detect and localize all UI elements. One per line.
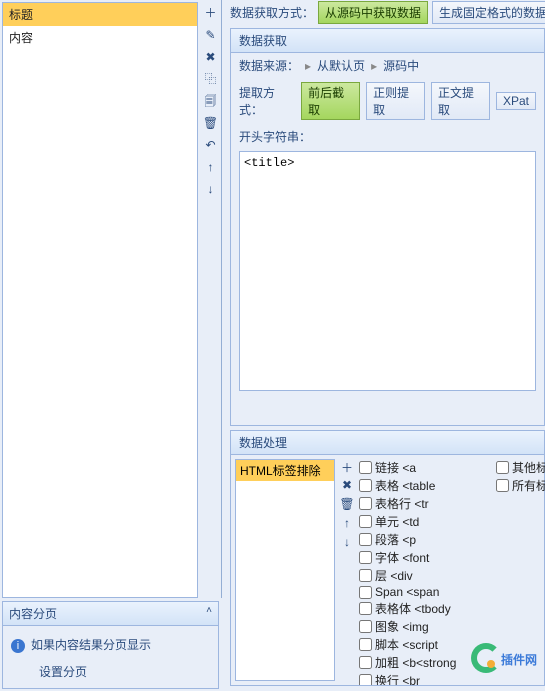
tag-label: 换行 <br: [375, 672, 420, 685]
pager-title-text: 内容分页: [9, 607, 57, 621]
src-opt-source[interactable]: 源码中: [383, 57, 419, 74]
rule-item[interactable]: HTML标签排除: [236, 460, 334, 481]
moveup-icon[interactable]: ↑: [202, 158, 220, 176]
trash-icon[interactable]: 🗑: [339, 497, 355, 513]
tag-check-row[interactable]: 表格 <table: [359, 477, 492, 494]
tag-checkbox[interactable]: [359, 638, 372, 651]
tag-check-row[interactable]: 链接 <a: [359, 459, 492, 476]
tag-checkbox[interactable]: [359, 461, 372, 474]
tag-check-row[interactable]: 其他标: [496, 459, 542, 476]
tag-label: 段落 <p: [375, 531, 416, 548]
tag-checkbox[interactable]: [359, 586, 372, 599]
field-item[interactable]: 标题: [3, 3, 197, 26]
tag-label: 表格体 <tbody: [375, 600, 451, 617]
undo-icon[interactable]: ↶: [202, 136, 220, 154]
tag-check-row[interactable]: 加粗 <b<strong: [359, 654, 492, 671]
paste-icon[interactable]: 🗐: [202, 92, 220, 110]
ext-xpath-button[interactable]: XPat: [496, 92, 536, 110]
tag-label: 字体 <font: [375, 549, 429, 566]
tag-checkbox[interactable]: [496, 479, 509, 492]
tag-checkbox[interactable]: [359, 674, 372, 685]
movedown-icon[interactable]: ↓: [202, 180, 220, 198]
tag-checklist: 链接 <a表格 <table表格行 <tr单元 <td段落 <p字体 <font…: [357, 455, 494, 685]
tag-check-row[interactable]: 图象 <img: [359, 618, 492, 635]
pager-panel: 内容分页 ˄ i如果内容结果分页显示 设置分页: [2, 601, 219, 689]
tag-checkbox[interactable]: [359, 620, 372, 633]
field-item[interactable]: 内容: [3, 26, 197, 49]
mode-label: 数据获取方式：: [230, 4, 314, 21]
field-toolbar: ＋ ✎ ✖ ⿻ 🗐 🗑 ↶ ↑ ↓: [200, 0, 222, 598]
ext-label: 提取方式：: [239, 84, 295, 118]
fields-list: 标题 内容: [2, 2, 198, 598]
tag-check-row[interactable]: 换行 <br: [359, 672, 492, 685]
tag-checkbox[interactable]: [359, 656, 372, 669]
pager-title[interactable]: 内容分页 ˄: [3, 602, 218, 626]
tag-check-row[interactable]: 表格体 <tbody: [359, 600, 492, 617]
start-label: 开头字符串：: [239, 128, 311, 145]
tag-checkbox[interactable]: [359, 533, 372, 546]
tag-check-row[interactable]: 段落 <p: [359, 531, 492, 548]
moveup-icon[interactable]: ↑: [339, 516, 355, 532]
tag-check-row[interactable]: 脚本 <script: [359, 636, 492, 653]
tag-label: Span <span: [375, 585, 439, 599]
tag-label: 层 <div: [375, 567, 413, 584]
trash-icon[interactable]: 🗑: [202, 114, 220, 132]
tab-fixed[interactable]: 生成固定格式的数据: [432, 1, 545, 24]
chevron-right-icon: ▸: [371, 59, 377, 73]
src-label: 数据来源：: [239, 57, 299, 74]
tag-check-row[interactable]: 表格行 <tr: [359, 495, 492, 512]
tag-label: 链接 <a: [375, 459, 416, 476]
tag-label: 其他标: [512, 459, 545, 476]
tag-check-row[interactable]: 单元 <td: [359, 513, 492, 530]
start-string-input[interactable]: [239, 151, 536, 391]
ext-regex-button[interactable]: 正则提取: [366, 82, 425, 120]
ext-cut-button[interactable]: 前后截取: [301, 82, 360, 120]
tag-label: 所有标: [512, 477, 545, 494]
chevron-right-icon: ▸: [305, 59, 311, 73]
tag-label: 单元 <td: [375, 513, 419, 530]
tag-label: 脚本 <script: [375, 636, 438, 653]
process-title: 数据处理: [231, 431, 544, 455]
tag-check-row[interactable]: 所有标: [496, 477, 542, 494]
tag-checklist-right: 其他标所有标: [494, 455, 544, 685]
tag-checkbox[interactable]: [359, 551, 372, 564]
copy-icon[interactable]: ⿻: [202, 70, 220, 88]
ext-content-button[interactable]: 正文提取: [431, 82, 490, 120]
info-icon: i: [11, 639, 25, 653]
pager-link[interactable]: 设置分页: [39, 663, 210, 680]
rule-list: HTML标签排除: [235, 459, 335, 681]
mode-row: 数据获取方式： 从源码中获取数据 生成固定格式的数据: [230, 0, 545, 24]
add-icon[interactable]: ＋: [339, 459, 355, 475]
tag-checkbox[interactable]: [359, 569, 372, 582]
tag-checkbox[interactable]: [359, 479, 372, 492]
tag-check-row[interactable]: 层 <div: [359, 567, 492, 584]
tag-checkbox[interactable]: [359, 602, 372, 615]
add-icon[interactable]: ＋: [202, 4, 220, 22]
edit-icon[interactable]: ✎: [202, 26, 220, 44]
tag-checkbox[interactable]: [496, 461, 509, 474]
src-opt-default[interactable]: 从默认页: [317, 57, 365, 74]
process-section: 数据处理 HTML标签排除 ＋ ✖ 🗑 ↑ ↓ 链接 <a表格 <table表格…: [230, 430, 545, 686]
acquire-section: 数据获取 数据来源： ▸ 从默认页 ▸ 源码中 提取方式： 前后截取 正则提取 …: [230, 28, 545, 426]
pager-msg: i如果内容结果分页显示: [11, 636, 210, 653]
tag-label: 表格行 <tr: [375, 495, 429, 512]
tag-label: 加粗 <b<strong: [375, 654, 456, 671]
tab-source[interactable]: 从源码中获取数据: [318, 1, 428, 24]
delete-icon[interactable]: ✖: [202, 48, 220, 66]
collapse-icon[interactable]: ˄: [206, 605, 212, 616]
tag-checkbox[interactable]: [359, 497, 372, 510]
tag-check-row[interactable]: 字体 <font: [359, 549, 492, 566]
movedown-icon[interactable]: ↓: [339, 535, 355, 551]
tag-label: 表格 <table: [375, 477, 435, 494]
delete-icon[interactable]: ✖: [339, 478, 355, 494]
tag-check-row[interactable]: Span <span: [359, 585, 492, 599]
tag-label: 图象 <img: [375, 618, 429, 635]
tag-checkbox[interactable]: [359, 515, 372, 528]
acquire-title: 数据获取: [231, 29, 544, 53]
rule-toolbar: ＋ ✖ 🗑 ↑ ↓: [339, 455, 357, 685]
